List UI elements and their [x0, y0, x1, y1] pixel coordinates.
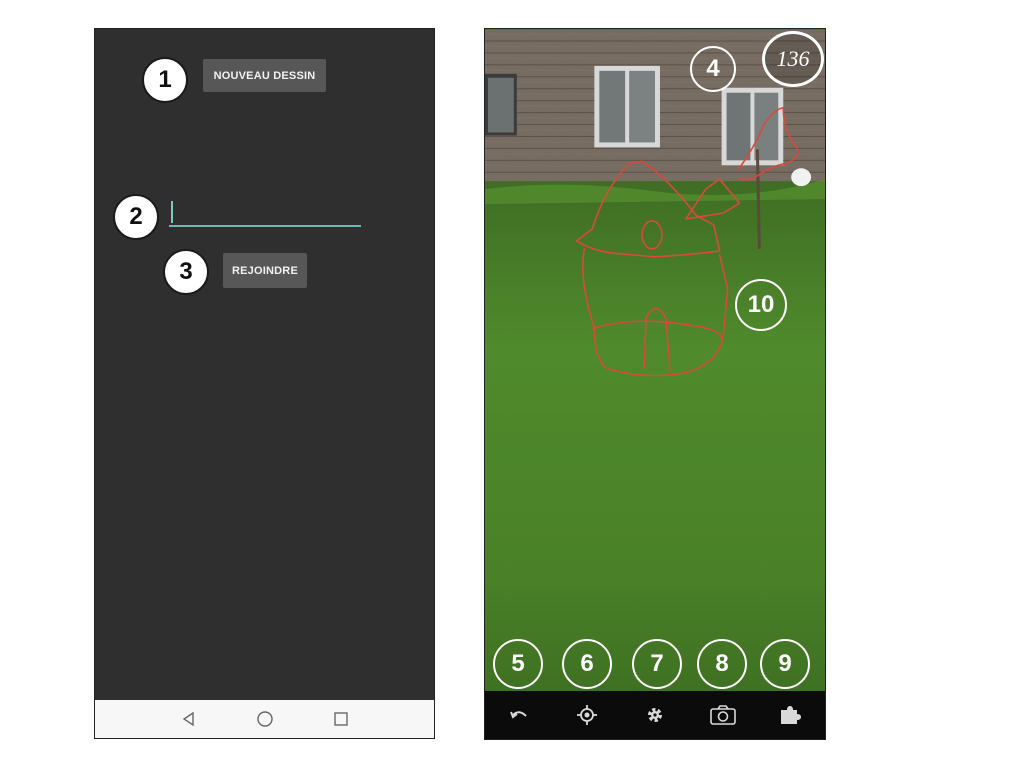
drawing-code-input[interactable] [169, 197, 361, 227]
back-icon[interactable] [179, 709, 199, 729]
annotation-4: 4 [690, 46, 736, 92]
home-icon[interactable] [255, 709, 275, 729]
text-caret [171, 201, 173, 223]
annotation-5-label: 5 [511, 650, 525, 677]
camera-view[interactable] [485, 29, 825, 739]
stroke-counter: 136 [762, 31, 824, 87]
window-left [485, 73, 517, 136]
annotation-5: 5 [493, 639, 543, 689]
settings-icon[interactable] [635, 695, 675, 735]
android-nav-bar [95, 700, 434, 738]
annotation-8: 8 [697, 639, 747, 689]
center-target-icon[interactable] [567, 695, 607, 735]
annotation-2: 2 [113, 194, 159, 240]
stroke-counter-value: 136 [776, 46, 810, 71]
window-right [721, 87, 784, 166]
annotation-7: 7 [632, 639, 682, 689]
annotation-1: 1 [142, 57, 188, 103]
annotation-9-label: 9 [778, 650, 792, 677]
annotation-8-label: 8 [715, 650, 729, 677]
new-drawing-button[interactable]: NOUVEAU DESSIN [203, 59, 326, 92]
annotation-10: 10 [735, 279, 787, 331]
ar-drawing-screen: 136 4 10 5 6 7 8 9 [484, 28, 826, 740]
annotation-6: 6 [562, 639, 612, 689]
recents-icon[interactable] [331, 709, 351, 729]
annotation-7-label: 7 [650, 650, 664, 677]
annotation-2-label: 2 [129, 203, 143, 230]
drawing-toolbar [485, 691, 825, 739]
undo-icon[interactable] [499, 695, 539, 735]
camera-icon[interactable] [703, 695, 743, 735]
join-button[interactable]: REJOINDRE [223, 253, 307, 288]
annotation-3-label: 3 [179, 258, 193, 285]
extensions-icon[interactable] [771, 695, 811, 735]
annotation-6-label: 6 [580, 650, 594, 677]
annotation-9: 9 [760, 639, 810, 689]
white-object [791, 168, 812, 187]
annotation-4-label: 4 [706, 55, 720, 82]
start-screen: 1 NOUVEAU DESSIN 2 3 REJOINDRE [94, 28, 435, 739]
annotation-3: 3 [163, 249, 209, 295]
tree-trunk [755, 149, 761, 249]
input-underline [169, 225, 361, 227]
annotation-1-label: 1 [158, 66, 172, 93]
annotation-10-label: 10 [747, 291, 775, 318]
window-center [594, 65, 660, 148]
